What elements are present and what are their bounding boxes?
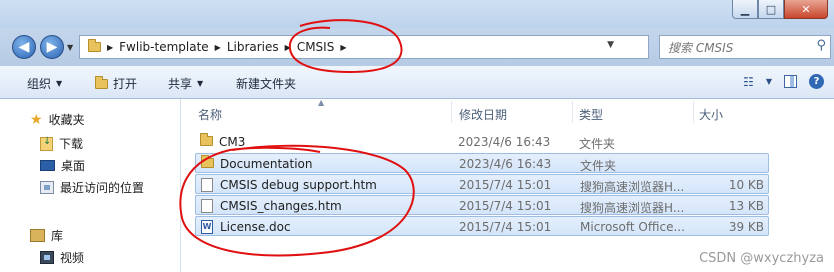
sidebar-item-libraries[interactable]: 库 [30,227,63,244]
column-divider[interactable] [451,101,452,123]
file-row-documentation[interactable]: Documentation 2023/4/6 16:43 文件夹 [195,153,769,173]
file-modified: 2023/4/6 16:43 [458,135,551,149]
breadcrumb-item[interactable]: CMSIS [297,40,335,54]
libraries-icon [30,229,45,242]
change-view-button[interactable]: ☷ [743,75,754,89]
watermark: CSDN @wxyczhyza [699,251,824,266]
open-button[interactable]: 打开 [95,75,137,92]
word-doc-icon: W [201,220,213,234]
search-icon[interactable]: ⚲ [816,38,826,53]
htm-file-icon [201,199,213,213]
chevron-right-icon[interactable]: ▶ [107,43,113,52]
chevron-down-icon: ▼ [56,79,63,88]
file-name: License.doc [220,220,291,234]
close-button[interactable]: ✕ [784,0,828,19]
column-name[interactable]: 名称 [198,106,222,123]
chevron-right-icon[interactable]: ▶ [285,43,291,52]
sidebar-item-videos[interactable]: 视频 [40,249,84,266]
forward-button[interactable]: ▶ [40,35,64,59]
sort-ascending-icon: ▲ [318,98,325,107]
open-label: 打开 [113,77,138,91]
share-label: 共享 [168,77,193,91]
address-row: ◀ ▶ ▼ ▶ Fwlib-template ▶ Libraries ▶ CMS… [0,28,834,66]
file-size: 10 KB [728,178,764,192]
column-size[interactable]: 大小 [699,106,723,123]
open-folder-icon [95,75,108,89]
sidebar-item-favorites[interactable]: ★ 收藏夹 [30,111,85,128]
column-header: ▲ 名称 修改日期 类型 大小 [181,98,834,125]
file-type: 文件夹 [580,159,617,173]
sidebar-item-label: 桌面 [61,159,86,173]
file-row-license[interactable]: W License.doc 2015/7/4 15:01 Microsoft O… [195,216,769,236]
file-row-cmsis-debug-support[interactable]: CMSIS debug support.htm 2015/7/4 15:01 搜… [195,174,769,194]
htm-file-icon [201,178,213,192]
title-bar: ▁ □ ✕ [0,0,834,28]
breadcrumb: ▶ Fwlib-template ▶ Libraries ▶ CMSIS ▶ [88,39,346,54]
sidebar-item-label: 库 [51,229,64,243]
star-icon: ★ [30,111,43,128]
column-divider[interactable] [693,101,694,123]
chevron-right-icon[interactable]: ▶ [215,43,221,52]
organize-button[interactable]: 组织 ▼ [27,75,62,92]
file-name: CMSIS_changes.htm [220,199,342,213]
back-button[interactable]: ◀ [12,35,36,59]
folder-icon [88,39,101,52]
file-modified: 2015/7/4 15:01 [459,220,552,234]
organize-label: 组织 [27,77,52,91]
desktop-icon [40,160,55,171]
downloads-folder-icon [40,136,53,151]
view-dropdown-icon[interactable]: ▼ [766,77,772,86]
file-name: Documentation [220,157,313,171]
recent-pages-dropdown[interactable]: ▼ [67,43,73,52]
share-button[interactable]: 共享 ▼ [168,75,203,92]
column-type[interactable]: 类型 [579,106,603,123]
search-input[interactable] [666,37,810,59]
sidebar-item-recent[interactable]: 最近访问的位置 [40,179,144,196]
file-type: 文件夹 [579,137,616,151]
column-divider[interactable] [572,101,573,123]
command-bar: 组织 ▼ 打开 共享 ▼ 新建文件夹 ☷ ▼ ? [0,66,834,99]
file-row-cmsis-changes[interactable]: CMSIS_changes.htm 2015/7/4 15:01 搜狗高速浏览器… [195,195,769,215]
view-controls: ☷ ▼ ? [743,74,824,89]
recent-places-icon [40,181,54,194]
file-name: CM3 [219,135,246,149]
chevron-right-icon[interactable]: ▶ [340,43,346,52]
file-type: 搜狗高速浏览器H... [580,201,685,215]
column-modified[interactable]: 修改日期 [459,106,507,123]
file-name: CMSIS debug support.htm [220,178,377,192]
help-icon[interactable]: ? [809,74,824,89]
minimize-button[interactable]: ▁ [732,0,758,19]
window-controls: ▁ □ ✕ [732,0,828,19]
preview-pane-icon[interactable] [784,75,797,88]
sidebar-item-desktop[interactable]: 桌面 [40,157,85,174]
breadcrumb-item[interactable]: Libraries [227,40,279,54]
file-size: 39 KB [728,220,764,234]
address-bar[interactable]: ▶ Fwlib-template ▶ Libraries ▶ CMSIS ▶ ▼… [79,35,720,62]
file-modified: 2015/7/4 15:01 [459,199,552,213]
chevron-down-icon: ▼ [197,79,204,88]
new-folder-label: 新建文件夹 [236,77,297,91]
sidebar-item-label: 下载 [59,137,84,151]
sidebar-item-label: 最近访问的位置 [60,181,145,195]
file-row-cm3[interactable]: CM3 2023/4/6 16:43 文件夹 [195,132,769,152]
maximize-button[interactable]: □ [758,0,784,19]
file-modified: 2015/7/4 15:01 [459,178,552,192]
sidebar-item-label: 收藏夹 [48,113,85,127]
videos-icon [40,251,54,264]
navigation-pane: ★ 收藏夹 下载 桌面 最近访问的位置 库 视频 [0,99,180,272]
new-folder-button[interactable]: 新建文件夹 [236,75,296,92]
file-type: 搜狗高速浏览器H... [580,180,685,194]
search-box[interactable]: ⚲ [659,35,831,59]
breadcrumb-item[interactable]: Fwlib-template [119,40,209,54]
file-size: 13 KB [728,199,764,213]
file-modified: 2023/4/6 16:43 [459,157,552,171]
address-dropdown-icon[interactable]: ▼ [607,40,614,50]
folder-icon [200,133,213,146]
sidebar-item-downloads[interactable]: 下载 [40,135,83,152]
sidebar-item-label: 视频 [60,251,85,265]
folder-icon [201,155,214,168]
file-type: Microsoft Office... [580,220,685,234]
